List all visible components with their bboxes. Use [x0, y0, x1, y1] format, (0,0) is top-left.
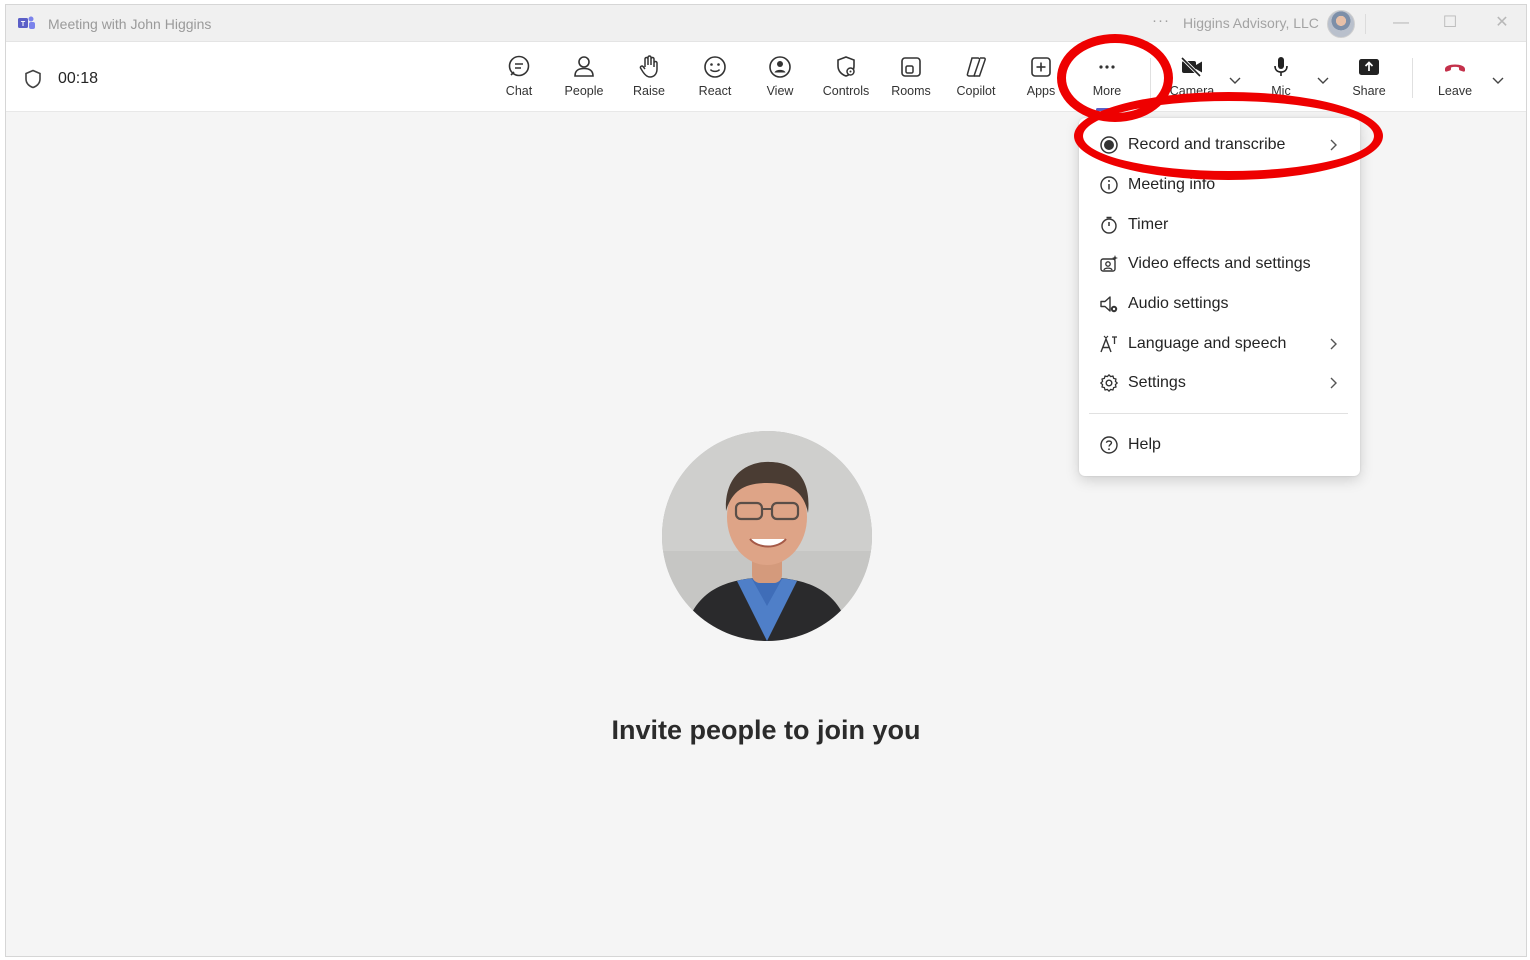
menu-item-label: Help — [1128, 436, 1161, 453]
more-label: More — [1092, 84, 1122, 98]
rooms-icon — [901, 57, 921, 77]
toolbar-divider-2 — [1412, 58, 1413, 98]
language-icon — [1100, 335, 1117, 353]
title-divider — [1365, 14, 1366, 34]
org-more-icon[interactable]: ··· — [1152, 12, 1170, 29]
people-button[interactable]: People — [553, 54, 615, 106]
record-icon — [1100, 136, 1118, 154]
camera-off-icon — [1180, 56, 1202, 78]
mic-icon — [1274, 57, 1288, 76]
raise-label: Raise — [633, 84, 665, 98]
more-active-indicator — [1096, 108, 1128, 111]
copilot-label: Copilot — [956, 84, 996, 98]
close-button[interactable]: ✕ — [1492, 13, 1512, 33]
share-button[interactable]: Share — [1338, 54, 1400, 106]
participant-photo — [662, 431, 872, 641]
menu-item-meeting-info[interactable]: Meeting info — [1079, 166, 1360, 204]
invite-message: Invite people to join you — [611, 715, 921, 745]
video-effects-icon — [1100, 255, 1118, 272]
title-bar: T Meeting with John Higgins ··· Higgins … — [6, 5, 1526, 42]
minimize-button[interactable]: — — [1391, 13, 1411, 33]
copilot-button[interactable]: Copilot — [945, 54, 1007, 106]
menu-item-label: Record and transcribe — [1128, 136, 1286, 153]
apps-label: Apps — [1026, 84, 1056, 98]
camera-label: Camera — [1169, 84, 1215, 98]
raise-hand-button[interactable]: Raise — [618, 54, 680, 106]
chat-button[interactable]: Chat — [488, 54, 550, 106]
menu-item-label: Meeting info — [1128, 176, 1216, 193]
toolbar-divider — [1150, 58, 1151, 98]
profile-avatar[interactable] — [1327, 10, 1355, 38]
menu-item-label: Settings — [1128, 374, 1186, 391]
leave-options-chevron-icon[interactable] — [1490, 72, 1506, 88]
view-button[interactable]: View — [749, 54, 811, 106]
more-icon — [1099, 65, 1115, 69]
mic-options-chevron-icon[interactable] — [1315, 72, 1331, 88]
window-title: Meeting with John Higgins — [48, 16, 212, 32]
shield-icon — [25, 69, 41, 89]
menu-item-label: Timer — [1128, 216, 1169, 233]
mic-button[interactable]: Mic — [1250, 54, 1312, 106]
menu-item-help[interactable]: Help — [1079, 426, 1360, 464]
view-icon — [769, 56, 791, 78]
people-icon — [574, 56, 594, 77]
participant-avatar — [662, 431, 872, 641]
meeting-timer: 00:18 — [58, 70, 99, 87]
apps-icon — [1031, 57, 1051, 77]
people-label: People — [564, 84, 604, 98]
chevron-right-icon — [1330, 338, 1337, 350]
speaker-settings-icon — [1100, 296, 1118, 313]
menu-item-label: Video effects and settings — [1128, 255, 1311, 272]
menu-item-timer[interactable]: Timer — [1079, 206, 1360, 244]
more-options-menu: Record and transcribe Meeting info Timer… — [1079, 118, 1360, 476]
organization-name[interactable]: Higgins Advisory, LLC — [1183, 15, 1319, 31]
camera-options-chevron-icon[interactable] — [1227, 72, 1243, 88]
teams-meeting-window: T Meeting with John Higgins ··· Higgins … — [5, 4, 1527, 957]
controls-icon — [837, 56, 855, 77]
share-label: Share — [1352, 84, 1386, 98]
apps-button[interactable]: Apps — [1010, 54, 1072, 106]
meeting-toolbar: 00:18 Chat People Raise React View Contr… — [6, 42, 1526, 112]
chat-label: Chat — [505, 84, 533, 98]
hang-up-icon — [1445, 64, 1465, 72]
raise-hand-icon — [639, 55, 658, 78]
info-icon — [1100, 176, 1118, 194]
react-label: React — [698, 84, 732, 98]
mic-label: Mic — [1271, 84, 1291, 98]
react-button[interactable]: React — [684, 54, 746, 106]
view-label: View — [766, 84, 794, 98]
controls-label: Controls — [822, 84, 870, 98]
chevron-right-icon — [1330, 377, 1337, 389]
more-button[interactable]: More — [1076, 54, 1138, 106]
menu-item-audio-settings[interactable]: Audio settings — [1079, 285, 1360, 323]
gear-icon — [1100, 374, 1118, 392]
menu-item-video-effects[interactable]: Video effects and settings — [1079, 245, 1360, 283]
camera-button[interactable]: Camera — [1161, 54, 1223, 106]
rooms-button[interactable]: Rooms — [880, 54, 942, 106]
copilot-icon — [966, 57, 986, 77]
smiley-icon — [704, 56, 726, 78]
leave-button[interactable]: Leave — [1424, 54, 1486, 106]
svg-text:T: T — [21, 21, 26, 28]
chat-icon — [508, 55, 530, 77]
help-icon — [1100, 436, 1118, 454]
menu-item-label: Audio settings — [1128, 295, 1229, 312]
controls-button[interactable]: Controls — [815, 54, 877, 106]
menu-item-language-and-speech[interactable]: Language and speech — [1079, 325, 1360, 363]
teams-logo-icon: T — [18, 16, 35, 29]
menu-item-label: Language and speech — [1128, 335, 1287, 352]
chevron-right-icon — [1330, 139, 1337, 151]
maximize-button[interactable]: ☐ — [1440, 13, 1460, 33]
menu-item-record-and-transcribe[interactable]: Record and transcribe — [1079, 126, 1360, 164]
rooms-label: Rooms — [891, 84, 931, 98]
share-icon — [1359, 59, 1379, 75]
leave-label: Leave — [1437, 84, 1473, 98]
menu-item-settings[interactable]: Settings — [1079, 364, 1360, 402]
stopwatch-icon — [1101, 216, 1117, 234]
menu-divider — [1089, 413, 1348, 414]
